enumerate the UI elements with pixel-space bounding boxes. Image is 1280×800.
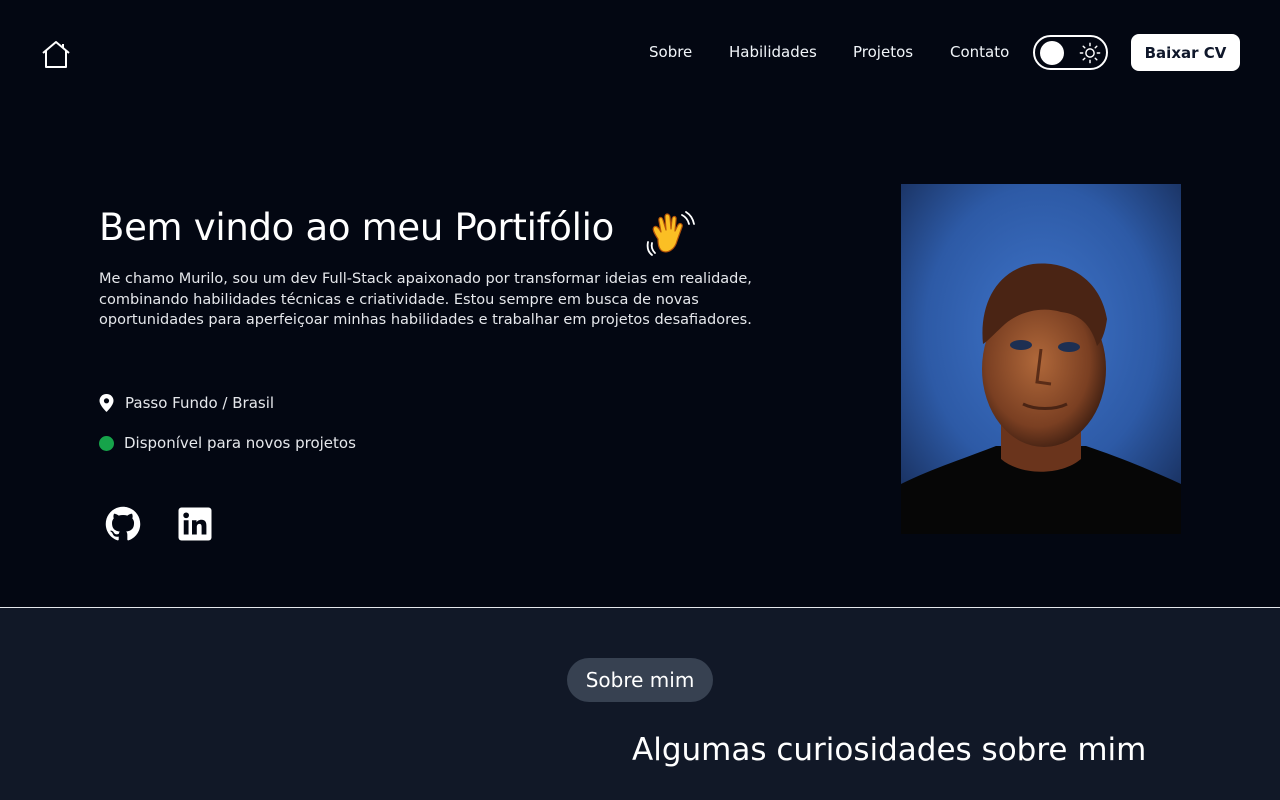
toggle-knob: [1040, 41, 1064, 65]
location-text: Passo Fundo / Brasil: [125, 394, 275, 412]
nav-link-sobre[interactable]: Sobre: [649, 43, 692, 61]
about-heading: Algumas curiosidades sobre mim: [632, 732, 1147, 768]
site-header: Sobre Habilidades Projetos Contato Baixa…: [0, 0, 1280, 106]
github-icon[interactable]: [105, 506, 141, 542]
linkedin-icon[interactable]: [177, 506, 213, 542]
status-dot-icon: [99, 436, 114, 451]
theme-toggle[interactable]: [1033, 35, 1108, 70]
nav-link-habilidades[interactable]: Habilidades: [729, 43, 817, 61]
nav-link-contato[interactable]: Contato: [950, 43, 1009, 61]
download-cv-button[interactable]: Baixar CV: [1131, 34, 1240, 71]
hero-title: Bem vindo ao meu Portifólio: [99, 206, 614, 249]
status-text: Disponível para novos projetos: [124, 434, 356, 452]
about-badge: Sobre mim: [567, 658, 713, 702]
sun-icon: [1079, 42, 1101, 64]
map-pin-icon: [99, 394, 114, 412]
nav-link-projetos[interactable]: Projetos: [853, 43, 913, 61]
profile-photo: [901, 184, 1181, 534]
hero-description: Me chamo Murilo, sou um dev Full-Stack a…: [99, 271, 752, 328]
about-section: [0, 608, 1280, 800]
waving-hand-icon: [646, 211, 695, 256]
